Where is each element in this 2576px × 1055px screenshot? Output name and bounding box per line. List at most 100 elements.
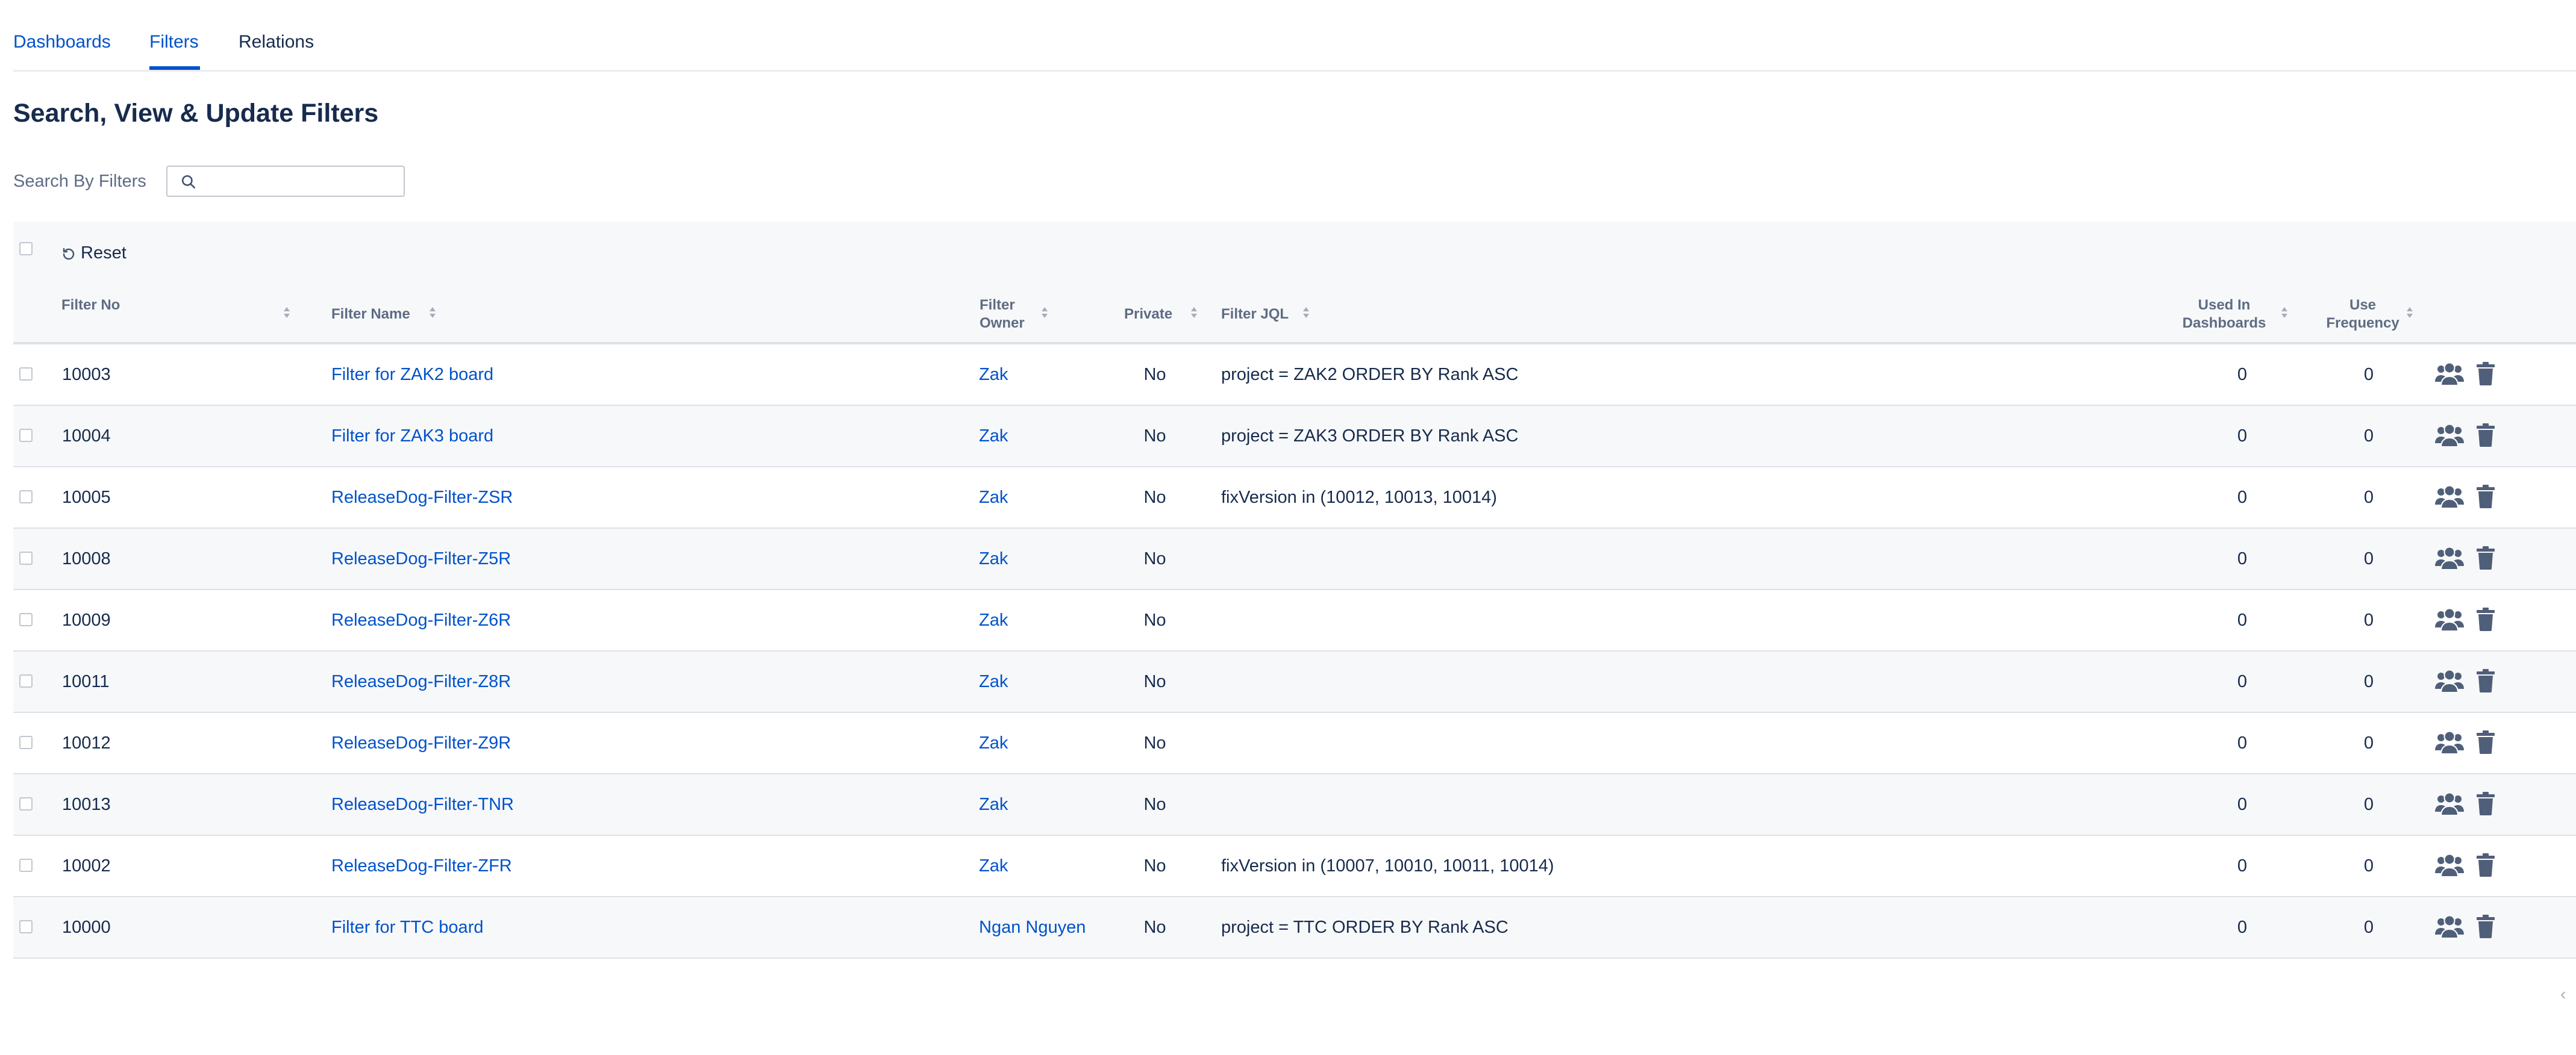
sort-icon[interactable]	[429, 307, 436, 319]
trash-icon[interactable]	[2476, 914, 2495, 941]
tab-relations[interactable]: Relations	[239, 30, 314, 54]
cell-private: No	[1143, 856, 1166, 876]
people-icon[interactable]	[2435, 668, 2464, 696]
search-label: Search By Filters	[13, 172, 146, 191]
cell-filter-owner-link[interactable]: Zak	[979, 363, 1008, 387]
people-icon[interactable]	[2435, 546, 2464, 573]
row-checkbox[interactable]	[19, 429, 33, 442]
cell-filter-name-link[interactable]: ReleaseDog-Filter-ZFR	[331, 854, 512, 878]
cell-filter-no: 10002	[62, 856, 111, 876]
cell-filter-name-link[interactable]: Filter for TTC board	[331, 915, 483, 939]
cell-use-frequency: 0	[2363, 672, 2374, 691]
cell-private: No	[1143, 672, 1166, 691]
trash-icon[interactable]	[2476, 853, 2495, 880]
column-header-filter-name[interactable]: Filter Name	[331, 305, 410, 323]
table-row: 10000 Filter for TTC board Ngan Nguyen No pr…	[13, 897, 2576, 959]
search-input[interactable]	[210, 170, 399, 193]
table-toolbar: Reset	[13, 222, 2576, 284]
cell-filter-owner-link[interactable]: Ngan Nguyen	[979, 915, 1086, 939]
cell-filter-jql: project = ZAK2 ORDER BY Rank ASC	[1221, 365, 1519, 384]
people-icon[interactable]	[2435, 423, 2464, 450]
row-checkbox[interactable]	[19, 736, 33, 749]
trash-icon[interactable]	[2476, 730, 2495, 757]
trash-icon[interactable]	[2476, 361, 2495, 388]
cell-filter-name-link[interactable]: ReleaseDog-Filter-Z8R	[331, 670, 511, 694]
cell-filter-owner-link[interactable]: Zak	[979, 424, 1008, 448]
trash-icon[interactable]	[2476, 791, 2495, 818]
sort-icon[interactable]	[1041, 307, 1048, 319]
cell-filter-name-link[interactable]: Filter for ZAK3 board	[331, 424, 493, 448]
cell-private: No	[1143, 795, 1166, 814]
cell-filter-owner-link[interactable]: Zak	[979, 792, 1008, 817]
table-row: 10012 ReleaseDog-Filter-Z9R Zak No 0 0	[13, 713, 2576, 774]
cell-filter-jql: fixVersion in (10007, 10010, 10011, 1001…	[1221, 856, 1554, 876]
column-header-used-in-dashboards[interactable]: Used In Dashboards	[2176, 296, 2272, 332]
cell-filter-name-link[interactable]: ReleaseDog-Filter-Z9R	[331, 731, 511, 755]
row-checkbox[interactable]	[19, 367, 33, 381]
trash-icon[interactable]	[2476, 607, 2495, 634]
cell-filter-name-link[interactable]: ReleaseDog-Filter-ZSR	[331, 485, 513, 509]
search-box[interactable]	[166, 166, 405, 197]
cell-used-in-dashboards: 0	[2237, 672, 2248, 691]
people-icon[interactable]	[2435, 791, 2464, 818]
cell-use-frequency: 0	[2363, 549, 2374, 568]
people-icon[interactable]	[2435, 853, 2464, 880]
cell-filter-owner-link[interactable]: Zak	[979, 670, 1008, 694]
cell-filter-no: 10000	[62, 918, 111, 937]
row-checkbox[interactable]	[19, 859, 33, 872]
row-checkbox[interactable]	[19, 490, 33, 503]
cell-used-in-dashboards: 0	[2237, 549, 2248, 568]
cell-filter-name-link[interactable]: ReleaseDog-Filter-Z5R	[331, 547, 511, 571]
row-checkbox[interactable]	[19, 613, 33, 626]
sort-icon[interactable]	[2281, 307, 2288, 319]
select-all-checkbox[interactable]	[19, 242, 33, 255]
cell-filter-name-link[interactable]: ReleaseDog-Filter-Z6R	[331, 608, 511, 632]
people-icon[interactable]	[2435, 361, 2464, 388]
people-icon[interactable]	[2435, 484, 2464, 511]
row-checkbox[interactable]	[19, 674, 33, 688]
trash-icon[interactable]	[2476, 546, 2495, 573]
table-row: 10002 ReleaseDog-Filter-ZFR Zak No fixVersio…	[13, 836, 2576, 897]
cell-used-in-dashboards: 0	[2237, 488, 2248, 507]
tab-bar: Dashboards Filters Relations	[13, 0, 2576, 72]
cell-filter-owner-link[interactable]: Zak	[979, 547, 1008, 571]
cell-used-in-dashboards: 0	[2237, 918, 2248, 937]
cell-filter-owner-link[interactable]: Zak	[979, 854, 1008, 878]
search-icon	[181, 175, 196, 189]
cell-private: No	[1143, 365, 1166, 384]
column-header-filter-no[interactable]: Filter No	[61, 296, 122, 314]
cell-used-in-dashboards: 0	[2237, 426, 2248, 446]
row-checkbox[interactable]	[19, 920, 33, 933]
table-row: 10005 ReleaseDog-Filter-ZSR Zak No fixVersio…	[13, 467, 2576, 529]
cell-filter-name-link[interactable]: ReleaseDog-Filter-TNR	[331, 792, 514, 817]
people-icon[interactable]	[2435, 730, 2464, 757]
cell-filter-owner-link[interactable]: Zak	[979, 731, 1008, 755]
cell-private: No	[1143, 918, 1166, 937]
cell-private: No	[1143, 611, 1166, 630]
column-header-filter-owner[interactable]: Filter Owner	[980, 296, 1034, 332]
cell-filter-owner-link[interactable]: Zak	[979, 608, 1008, 632]
tab-dashboards[interactable]: Dashboards	[13, 30, 111, 54]
people-icon[interactable]	[2435, 914, 2464, 941]
table-row: 10003 Filter for ZAK2 board Zak No project =…	[13, 344, 2576, 406]
sort-icon[interactable]	[1302, 307, 1310, 319]
column-header-private[interactable]: Private	[1124, 305, 1172, 323]
sort-icon[interactable]	[2406, 307, 2413, 319]
people-icon[interactable]	[2435, 607, 2464, 634]
row-checkbox[interactable]	[19, 797, 33, 811]
cell-filter-owner-link[interactable]: Zak	[979, 485, 1008, 509]
tab-filters[interactable]: Filters	[149, 30, 199, 54]
sort-icon[interactable]	[283, 307, 290, 319]
sort-icon[interactable]	[1190, 307, 1198, 319]
column-header-use-frequency[interactable]: Use Frequency	[2321, 296, 2405, 332]
reset-button[interactable]: Reset	[61, 241, 127, 265]
trash-icon[interactable]	[2476, 423, 2495, 450]
column-header-filter-jql[interactable]: Filter JQL	[1221, 305, 1289, 323]
cell-use-frequency: 0	[2363, 856, 2374, 876]
trash-icon[interactable]	[2476, 484, 2495, 511]
chevron-left-icon[interactable]: ‹	[2560, 985, 2566, 1003]
cell-filter-no: 10009	[62, 611, 111, 630]
trash-icon[interactable]	[2476, 668, 2495, 696]
cell-filter-name-link[interactable]: Filter for ZAK2 board	[331, 363, 493, 387]
row-checkbox[interactable]	[19, 552, 33, 565]
